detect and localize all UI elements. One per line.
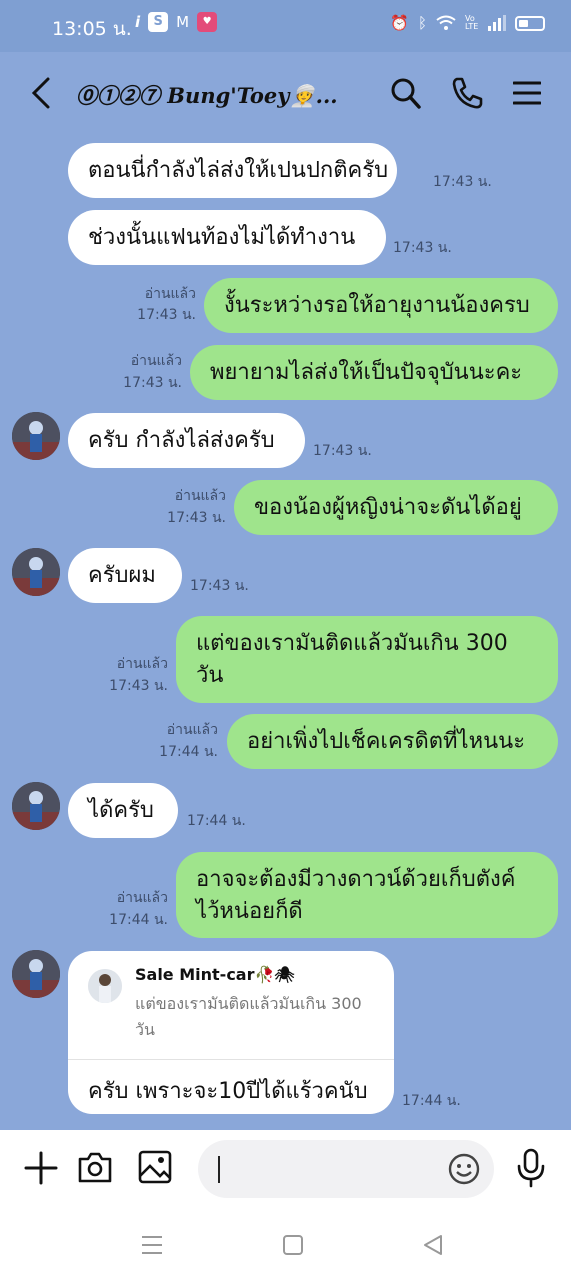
- received-message-bubble[interactable]: ช่วงนั้นแฟนท้องไม่ได้ทำงาน: [68, 210, 386, 265]
- quoted-sender-avatar: [88, 969, 122, 1003]
- read-receipt: อ่านแล้ว: [130, 353, 182, 369]
- message-text: ครับ กำลังไล่ส่งครับ: [88, 427, 275, 453]
- system-navigation-bar: [0, 1210, 571, 1280]
- message-time: 17:44 น.: [109, 912, 168, 928]
- message-text: ตอนนี่กำลังไล่ส่งให้เปนปกติครับ: [88, 157, 389, 183]
- contact-avatar[interactable]: [12, 412, 60, 460]
- home-nav-icon[interactable]: [282, 1234, 304, 1256]
- message-input-bar: [0, 1130, 571, 1210]
- microphone-icon[interactable]: [516, 1148, 546, 1188]
- message-text: ได้ครับ: [88, 797, 154, 823]
- message-text: ของน้องผู้หญิงน่าจะดันได้อยู่: [254, 494, 522, 520]
- line-app-icon: ♥: [197, 12, 218, 32]
- reply-divider: [68, 1059, 394, 1060]
- back-nav-icon[interactable]: [422, 1234, 444, 1256]
- sent-message-bubble[interactable]: อย่าเพิ่งไปเช็คเครดิตที่ไหนนะ: [227, 714, 558, 769]
- volte-icon: Vo LTE: [465, 14, 479, 31]
- back-arrow-icon[interactable]: [28, 76, 54, 110]
- received-message-bubble[interactable]: ตอนนี่กำลังไล่ส่งให้เปนปกติครับ: [68, 143, 397, 198]
- message-text: ครับผม: [88, 562, 156, 588]
- battery-icon: [515, 15, 545, 31]
- message-text: งั้นระหว่างรอให้อายุงานน้องครบ: [224, 292, 530, 318]
- received-message-bubble[interactable]: ครับ กำลังไล่ส่งครับ: [68, 413, 305, 468]
- plus-icon[interactable]: [24, 1151, 58, 1185]
- info-icon: i: [135, 13, 141, 31]
- read-receipt: อ่านแล้ว: [174, 488, 226, 504]
- message-time: 17:44 น.: [402, 1093, 461, 1109]
- read-receipt: อ่านแล้ว: [116, 656, 168, 672]
- message-text: ครับ เพราะจะ10ปีได้แร้วคนับ: [88, 1079, 368, 1104]
- search-icon[interactable]: [390, 76, 422, 110]
- message-time: 17:43 น.: [433, 174, 492, 190]
- bluetooth-icon: ᛒ: [417, 14, 427, 32]
- emoji-icon[interactable]: [448, 1153, 480, 1185]
- message-input[interactable]: [198, 1140, 494, 1198]
- menu-nav-icon[interactable]: [141, 1234, 163, 1256]
- chat-title[interactable]: ⓪①②⑦ Bung'Toey👳‍♀️...: [76, 80, 338, 110]
- signal-icon: [488, 15, 506, 31]
- contact-avatar[interactable]: [12, 950, 60, 998]
- message-time: 17:43 น.: [167, 510, 226, 526]
- quoted-message-text: แต่ของเรามันติดแล้วมันเกิน 300 วัน: [135, 994, 362, 1039]
- message-time: 17:43 น.: [313, 443, 372, 459]
- contact-avatar[interactable]: [12, 782, 60, 830]
- message-text-line-2: ไว้หน่อยก็ดี: [196, 899, 303, 924]
- sent-message-bubble[interactable]: แต่ของเรามันติดแล้วมันเกิน 300 วัน: [176, 616, 558, 703]
- menu-icon[interactable]: [513, 76, 541, 110]
- message-time: 17:44 น.: [159, 744, 218, 760]
- message-time: 17:43 น.: [190, 578, 249, 594]
- alarm-icon: ⏰: [390, 14, 409, 32]
- reply-message-bubble[interactable]: Sale Mint-car🥀🕷 แต่ของเรามันติดแล้วมันเก…: [68, 951, 394, 1114]
- wifi-icon: [436, 15, 456, 30]
- message-time: 17:43 น.: [393, 240, 452, 256]
- message-text-line-1: อาจจะต้องมีวางดาวน์ด้วยเก็บตังค์: [196, 867, 516, 892]
- message-text-line-2: วัน: [196, 663, 224, 688]
- quoted-sender-name: Sale Mint-car🥀🕷: [135, 965, 295, 984]
- read-receipt: อ่านแล้ว: [116, 890, 168, 906]
- message-time: 17:44 น.: [187, 813, 246, 829]
- battery-level: [519, 19, 528, 27]
- gmail-icon: M: [176, 13, 190, 31]
- status-time: 13:05 น.: [52, 18, 132, 40]
- message-text-line-1: แต่ของเรามันติดแล้วมันเกิน 300: [196, 631, 508, 656]
- sent-message-bubble[interactable]: อาจจะต้องมีวางดาวน์ด้วยเก็บตังค์ ไว้หน่อ…: [176, 852, 558, 938]
- read-receipt: อ่านแล้ว: [166, 722, 218, 738]
- image-icon[interactable]: [138, 1150, 172, 1184]
- read-receipt: อ่านแล้ว: [144, 286, 196, 302]
- sent-message-bubble[interactable]: ของน้องผู้หญิงน่าจะดันได้อยู่: [234, 480, 558, 535]
- s-app-icon: S: [148, 12, 169, 32]
- message-text: อย่าเพิ่งไปเช็คเครดิตที่ไหนนะ: [247, 728, 526, 754]
- message-time: 17:43 น.: [123, 375, 182, 391]
- received-message-bubble[interactable]: ครับผม: [68, 548, 182, 603]
- status-bar: 13:05 น. i S M ♥ ⏰ ᛒ Vo LTE: [0, 0, 571, 52]
- message-time: 17:43 น.: [137, 307, 196, 323]
- chat-header: ⓪①②⑦ Bung'Toey👳‍♀️...: [0, 52, 571, 137]
- sent-message-bubble[interactable]: พยายามไล่ส่งให้เป็นปัจจุบันนะคะ: [190, 345, 558, 400]
- contact-avatar[interactable]: [12, 548, 60, 596]
- sent-message-bubble[interactable]: งั้นระหว่างรอให้อายุงานน้องครบ: [204, 278, 558, 333]
- text-cursor: [218, 1156, 220, 1183]
- received-message-bubble[interactable]: ได้ครับ: [68, 783, 178, 838]
- message-text: พยายามไล่ส่งให้เป็นปัจจุบันนะคะ: [210, 359, 523, 385]
- message-text: ช่วงนั้นแฟนท้องไม่ได้ทำงาน: [88, 224, 356, 250]
- camera-icon[interactable]: [77, 1150, 113, 1184]
- message-time: 17:43 น.: [109, 678, 168, 694]
- phone-icon[interactable]: [451, 76, 483, 110]
